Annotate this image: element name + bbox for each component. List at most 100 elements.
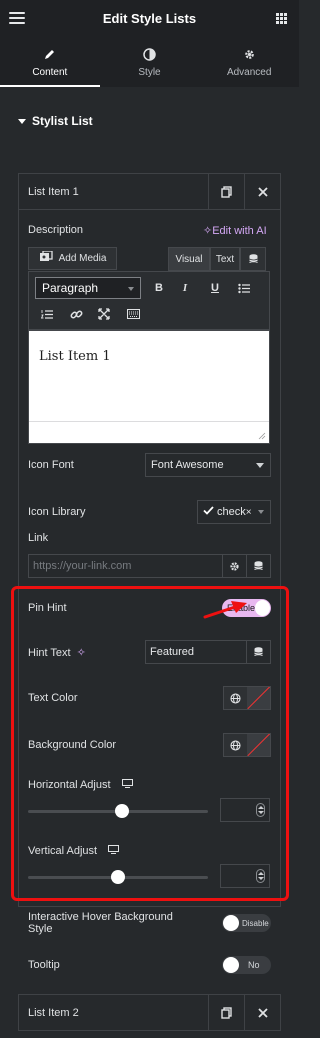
tab-content-label: Content bbox=[32, 67, 68, 78]
list-item-2-panel: List Item 2 bbox=[18, 994, 281, 1031]
tab-style[interactable]: Style bbox=[100, 37, 200, 87]
duplicate-icon[interactable] bbox=[208, 995, 244, 1031]
background-color-label: Background Color bbox=[28, 739, 117, 751]
section-title: Stylist List bbox=[32, 114, 93, 128]
media-icon bbox=[39, 250, 53, 266]
underline-icon[interactable]: U bbox=[205, 279, 225, 297]
list-item-1-header[interactable]: List Item 1 bbox=[19, 173, 280, 210]
editor-footer bbox=[29, 421, 269, 443]
background-color-control[interactable] bbox=[223, 733, 271, 757]
check-icon bbox=[203, 506, 214, 518]
clear-icon[interactable]: × bbox=[246, 507, 252, 518]
color-swatch[interactable] bbox=[247, 734, 270, 756]
icon-library-label: Icon Library bbox=[28, 506, 86, 518]
list-item-2-title: List Item 2 bbox=[28, 1007, 79, 1019]
horizontal-adjust-label-text: Horizontal Adjust bbox=[28, 779, 111, 791]
vertical-adjust-slider-knob[interactable] bbox=[111, 870, 125, 884]
editor-toolbar: Paragraph B I U bbox=[28, 271, 270, 330]
paragraph-select-value: Paragraph bbox=[42, 281, 99, 295]
tooltip-label: Tooltip bbox=[28, 959, 60, 971]
icon-font-select[interactable]: Font Awesome bbox=[145, 453, 271, 477]
bullet-list-icon[interactable] bbox=[234, 279, 254, 297]
text-tab[interactable]: Text bbox=[210, 247, 240, 271]
caret-down-icon bbox=[18, 118, 26, 124]
list-item-1-title: List Item 1 bbox=[28, 185, 79, 198]
list-item-2-header[interactable]: List Item 2 bbox=[19, 995, 280, 1031]
panel-tabs: Content Style Advanced bbox=[0, 37, 299, 87]
vertical-adjust-label: Vertical Adjust bbox=[28, 845, 120, 857]
resize-handle-icon[interactable] bbox=[258, 432, 266, 440]
hint-text-input[interactable]: Featured bbox=[145, 640, 247, 664]
vertical-adjust-input[interactable] bbox=[220, 864, 270, 888]
close-icon[interactable] bbox=[244, 173, 280, 210]
toggle-knob bbox=[223, 915, 239, 931]
hint-text-label: Hint Text ✧ bbox=[28, 646, 86, 659]
hint-text-value: Featured bbox=[150, 646, 195, 658]
keyboard-icon[interactable] bbox=[123, 305, 143, 323]
visual-tab[interactable]: Visual bbox=[168, 247, 210, 271]
gear-icon bbox=[243, 46, 256, 62]
bold-icon[interactable]: B bbox=[149, 279, 169, 297]
chevron-down-icon bbox=[128, 287, 134, 291]
database-icon[interactable] bbox=[246, 640, 271, 664]
sparkle-icon[interactable]: ✧ bbox=[77, 647, 86, 659]
link-placeholder: https://your-link.com bbox=[33, 560, 132, 572]
hamburger-menu-icon[interactable] bbox=[9, 12, 25, 24]
description-label: Description bbox=[28, 224, 84, 236]
database-icon[interactable] bbox=[246, 554, 271, 578]
hover-bg-style-toggle-label: Disable bbox=[242, 918, 269, 928]
link-settings-icon[interactable] bbox=[222, 554, 247, 578]
annotation-arrow-icon bbox=[203, 601, 247, 619]
icon-font-value: Font Awesome bbox=[151, 459, 224, 471]
tooltip-toggle-label: No bbox=[248, 960, 260, 970]
apps-grid-icon[interactable] bbox=[276, 13, 287, 24]
section-stylist-list[interactable]: Stylist List bbox=[18, 114, 93, 128]
tab-advanced-label: Advanced bbox=[226, 67, 272, 78]
tooltip-toggle[interactable]: No bbox=[222, 956, 271, 974]
text-color-label: Text Color bbox=[28, 692, 78, 704]
horizontal-adjust-label: Horizontal Adjust bbox=[28, 779, 133, 791]
tab-style-label: Style bbox=[138, 67, 161, 78]
icon-library-value: check bbox=[217, 506, 246, 518]
rich-text-editor[interactable]: List Item 1 bbox=[28, 330, 270, 444]
horizontal-adjust-input[interactable] bbox=[220, 798, 270, 822]
add-media-button[interactable]: Add Media bbox=[28, 247, 117, 270]
horizontal-adjust-slider-knob[interactable] bbox=[115, 804, 129, 818]
link-input[interactable]: https://your-link.com bbox=[28, 554, 223, 578]
top-bar: Edit Style Lists bbox=[0, 0, 299, 37]
edit-with-ai-link[interactable]: ✧Edit with AI bbox=[203, 224, 267, 237]
globe-icon[interactable] bbox=[224, 687, 248, 709]
hover-bg-style-label: Interactive Hover Background Style bbox=[28, 911, 173, 935]
icon-library-select[interactable]: check × bbox=[197, 500, 271, 524]
toggle-knob bbox=[255, 600, 270, 616]
chevron-down-icon bbox=[258, 510, 264, 514]
tab-content[interactable]: Content bbox=[0, 37, 100, 87]
desktop-icon[interactable] bbox=[121, 779, 133, 791]
tab-advanced[interactable]: Advanced bbox=[199, 37, 299, 87]
vertical-adjust-label-text: Vertical Adjust bbox=[28, 845, 98, 857]
spinner-icon[interactable] bbox=[256, 869, 265, 883]
chevron-down-icon bbox=[256, 463, 264, 468]
desktop-icon[interactable] bbox=[108, 845, 120, 857]
editor-content[interactable]: List Item 1 bbox=[39, 349, 111, 364]
link-icon[interactable] bbox=[66, 305, 86, 323]
numbered-list-icon[interactable] bbox=[37, 305, 57, 323]
duplicate-icon[interactable] bbox=[208, 173, 244, 210]
half-circle-icon bbox=[143, 46, 156, 62]
add-media-label: Add Media bbox=[58, 253, 107, 264]
pencil-icon bbox=[43, 46, 56, 62]
spinner-icon[interactable] bbox=[256, 803, 265, 817]
hint-text-label-text: Hint Text bbox=[28, 647, 71, 659]
paragraph-select[interactable]: Paragraph bbox=[35, 277, 141, 299]
database-icon[interactable] bbox=[240, 247, 266, 271]
globe-icon[interactable] bbox=[224, 734, 248, 756]
text-color-control[interactable] bbox=[223, 686, 271, 710]
close-icon[interactable] bbox=[244, 995, 280, 1031]
color-swatch[interactable] bbox=[247, 687, 270, 709]
editor-mode-tabs: Visual Text bbox=[168, 247, 266, 271]
sparkle-icon: ✧ bbox=[203, 225, 213, 237]
italic-icon[interactable]: I bbox=[175, 279, 195, 297]
hover-bg-style-toggle[interactable]: Disable bbox=[222, 914, 271, 932]
icon-font-label: Icon Font bbox=[28, 459, 74, 471]
fullscreen-icon[interactable] bbox=[94, 305, 114, 323]
